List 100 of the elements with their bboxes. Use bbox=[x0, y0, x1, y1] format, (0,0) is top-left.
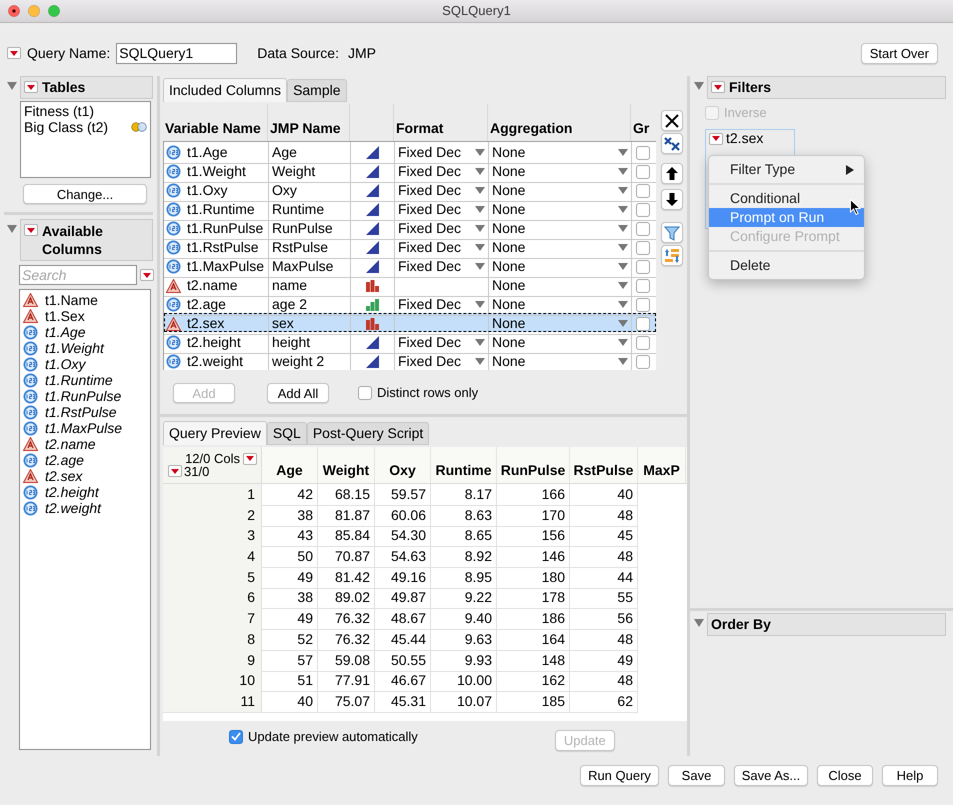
aggregation-dropdown[interactable]: None bbox=[489, 237, 631, 258]
options-menu-button[interactable] bbox=[711, 81, 725, 93]
menu-item[interactable]: Delete bbox=[709, 256, 864, 275]
options-menu-button[interactable] bbox=[24, 224, 38, 236]
checkbox[interactable] bbox=[636, 336, 650, 350]
aggregation-dropdown[interactable]: None bbox=[489, 142, 631, 163]
aggregation-dropdown[interactable]: None bbox=[489, 256, 631, 277]
table-cell-text: 38 bbox=[297, 588, 313, 608]
collapse-icon[interactable] bbox=[694, 82, 704, 90]
checkbox[interactable] bbox=[636, 184, 650, 198]
collapse-icon[interactable] bbox=[694, 619, 704, 627]
checkbox[interactable] bbox=[636, 146, 650, 160]
tab[interactable]: SQL bbox=[266, 422, 307, 445]
character-type-icon bbox=[23, 309, 38, 323]
aggregation-dropdown[interactable]: None bbox=[489, 161, 631, 182]
row-number: 9 bbox=[247, 650, 255, 670]
options-menu-button[interactable] bbox=[24, 81, 38, 93]
options-menu-button[interactable] bbox=[140, 269, 154, 281]
column-header: Age bbox=[276, 461, 303, 480]
move-down-button[interactable] bbox=[661, 189, 683, 210]
numeric-type-icon bbox=[166, 354, 181, 369]
table-cell-text: 49 bbox=[297, 568, 313, 587]
tab[interactable]: Sample bbox=[287, 79, 347, 102]
format-dropdown[interactable]: Fixed Dec bbox=[395, 256, 488, 277]
aggregation-dropdown[interactable]: None bbox=[489, 218, 631, 239]
checkbox[interactable] bbox=[636, 240, 650, 254]
move-up-button[interactable] bbox=[661, 163, 683, 184]
remove-all-button[interactable] bbox=[661, 133, 683, 154]
checkbox[interactable] bbox=[229, 730, 243, 744]
tab[interactable]: Included Columns bbox=[163, 78, 288, 102]
options-menu-button[interactable] bbox=[709, 132, 723, 144]
table-cell-text: 50 bbox=[297, 547, 313, 566]
button[interactable]: Save As... bbox=[734, 765, 808, 786]
button[interactable]: Run Query bbox=[580, 765, 659, 786]
list-item[interactable]: Fitness (t1) bbox=[24, 100, 94, 122]
checkbox[interactable] bbox=[636, 164, 650, 178]
minimize-icon[interactable] bbox=[28, 5, 40, 17]
search-field[interactable]: Search bbox=[19, 265, 137, 285]
button[interactable]: Change... bbox=[23, 184, 147, 204]
row-number: 10 bbox=[239, 671, 255, 690]
checkbox[interactable] bbox=[636, 298, 650, 312]
list-item[interactable]: t2.height bbox=[45, 482, 99, 502]
aggregation-dropdown[interactable]: None bbox=[489, 199, 631, 220]
close-icon[interactable] bbox=[8, 5, 20, 17]
aggregation-dropdown[interactable]: None bbox=[489, 180, 631, 201]
format-dropdown[interactable]: Fixed Dec bbox=[395, 218, 488, 239]
menu-item[interactable]: Filter Type bbox=[709, 160, 864, 179]
options-menu-button[interactable] bbox=[168, 465, 182, 478]
table-cell-text: 162 bbox=[542, 671, 565, 690]
numeric-type-icon bbox=[166, 164, 181, 179]
table-cell-text: Oxy bbox=[272, 181, 297, 200]
table-cell-text: 180 bbox=[542, 568, 565, 587]
window-title: SQLQuery1 bbox=[442, 2, 511, 20]
aggregation-dropdown[interactable]: None bbox=[489, 351, 631, 370]
checkbox[interactable] bbox=[636, 354, 650, 368]
caret-icon bbox=[618, 187, 628, 194]
aggregation-dropdown[interactable]: None bbox=[489, 313, 631, 334]
button[interactable]: Add All bbox=[267, 383, 329, 403]
table-cell-text: 70.87 bbox=[334, 547, 370, 566]
options-menu-button[interactable] bbox=[7, 47, 21, 59]
format-dropdown[interactable]: Fixed Dec bbox=[395, 351, 488, 370]
input-field[interactable]: SQLQuery1 bbox=[116, 42, 238, 64]
collapse-icon[interactable] bbox=[7, 225, 17, 233]
menu-item[interactable]: Conditional bbox=[709, 189, 864, 208]
aggregation-dropdown[interactable]: None bbox=[489, 332, 631, 353]
selected-row[interactable]: t2.sex sex None bbox=[164, 313, 656, 332]
checkbox[interactable] bbox=[358, 386, 372, 400]
button[interactable]: Start Over bbox=[860, 42, 938, 64]
format-dropdown[interactable]: Fixed Dec bbox=[395, 180, 488, 201]
checkbox[interactable] bbox=[636, 260, 650, 274]
format-dropdown[interactable]: Fixed Dec bbox=[395, 161, 488, 182]
numeric-type-icon bbox=[23, 356, 38, 372]
aggregation-dropdown[interactable]: None bbox=[489, 275, 631, 296]
format-dropdown[interactable]: Fixed Dec bbox=[395, 199, 488, 220]
options-menu-button[interactable] bbox=[243, 452, 257, 465]
checkbox[interactable] bbox=[636, 202, 650, 216]
checkbox[interactable] bbox=[636, 222, 650, 236]
tab[interactable]: Post-Query Script bbox=[306, 422, 430, 445]
button[interactable]: Save bbox=[668, 765, 725, 786]
format-dropdown[interactable]: Fixed Dec bbox=[395, 332, 488, 353]
format-dropdown[interactable]: Fixed Dec bbox=[395, 142, 488, 163]
tab[interactable]: Query Preview bbox=[163, 421, 267, 445]
collapse-icon[interactable] bbox=[7, 82, 17, 90]
table-cell-text: t1.Weight bbox=[187, 162, 246, 181]
list-item[interactable]: t1.Oxy bbox=[45, 354, 86, 374]
table-cell-text: 60.06 bbox=[390, 506, 426, 525]
checkbox[interactable] bbox=[636, 278, 650, 292]
numeric-type-icon bbox=[166, 202, 181, 217]
checkbox[interactable] bbox=[636, 316, 650, 330]
button[interactable]: Help bbox=[882, 765, 938, 786]
sort-button[interactable] bbox=[661, 245, 683, 266]
aggregation-dropdown[interactable]: None bbox=[489, 294, 631, 315]
format-dropdown[interactable]: Fixed Dec bbox=[395, 294, 488, 315]
table-cell-text: 148 bbox=[542, 650, 565, 670]
button[interactable]: Close bbox=[817, 765, 873, 786]
column-header: Gr bbox=[633, 119, 650, 138]
filter-button[interactable] bbox=[661, 222, 683, 243]
zoom-icon[interactable] bbox=[48, 5, 60, 17]
remove-button[interactable] bbox=[661, 110, 683, 131]
format-dropdown[interactable]: Fixed Dec bbox=[395, 237, 488, 258]
